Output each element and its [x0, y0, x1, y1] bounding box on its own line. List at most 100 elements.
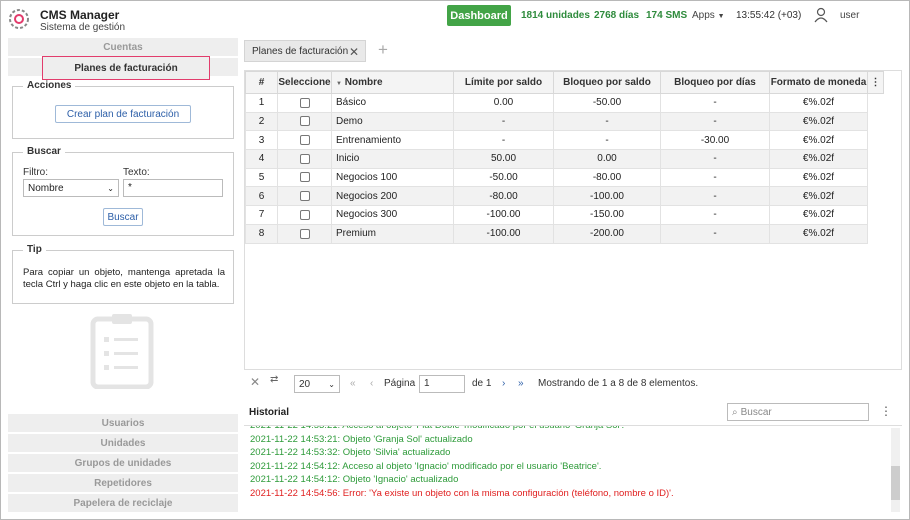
search-button[interactable]: Buscar [103, 208, 143, 226]
row-checkbox[interactable] [277, 186, 332, 207]
page-input[interactable]: 1 [419, 375, 465, 393]
user-icon[interactable] [814, 7, 828, 23]
page-label: Página [384, 378, 416, 389]
history-search-placeholder: Buscar [740, 406, 772, 418]
sidebar-item-planes[interactable]: Planes de facturación [42, 56, 210, 80]
row-checkbox[interactable] [277, 223, 332, 244]
row-currency: €%.02f [769, 130, 868, 151]
col-number[interactable]: # [245, 71, 278, 94]
create-plan-button[interactable]: Crear plan de facturación [55, 105, 191, 123]
user-name[interactable]: user [840, 10, 859, 21]
row-number: 2 [245, 111, 278, 132]
history-menu-icon[interactable]: ⋮ [880, 404, 892, 418]
text-input[interactable]: * [123, 179, 223, 197]
checkbox[interactable] [299, 97, 310, 108]
column-menu-icon[interactable]: ⋮ [867, 71, 884, 94]
row-name: Negocios 300 [331, 205, 454, 225]
table-header-row: # Seleccione ▼ Nombre Límite por saldo B… [245, 71, 884, 94]
col-name[interactable]: ▼ Nombre [331, 71, 454, 94]
next-page-icon[interactable]: › [502, 378, 505, 389]
table-row[interactable]: 2 Demo - - - €%.02f [245, 111, 884, 132]
col-select[interactable]: Seleccione [277, 71, 332, 94]
row-number: 6 [245, 186, 278, 207]
row-checkbox[interactable] [277, 93, 332, 113]
sms-counter[interactable]: 174 SMS [646, 10, 687, 21]
showing-info: Mostrando de 1 a 8 de 8 elementos. [538, 378, 699, 389]
sidebar-item-unidades[interactable]: Unidades [8, 434, 238, 452]
table-row[interactable]: 1 Básico 0.00 -50.00- €%.02f [245, 93, 884, 113]
close-icon[interactable]: ✕ [349, 45, 359, 59]
checkbox[interactable] [299, 191, 310, 202]
units-counter[interactable]: 1814 unidades [521, 10, 590, 21]
tip-text: Para copiar un objeto, mantenga apretada… [23, 267, 225, 290]
checkbox[interactable] [299, 172, 310, 183]
checkbox[interactable] [299, 116, 310, 127]
search-icon: ⌕ [732, 406, 738, 418]
checkbox[interactable] [299, 228, 310, 239]
table-row[interactable]: 3 Entrenamiento - - -30.00 €%.02f [245, 130, 884, 151]
chevron-down-icon: ▼ [717, 13, 725, 20]
scrollbar-thumb[interactable] [891, 466, 900, 500]
row-currency: €%.02f [769, 93, 868, 113]
clipboard-icon [90, 314, 154, 389]
row-limit: -80.00 [453, 186, 554, 207]
tab-planes[interactable]: Planes de facturación ✕ [244, 40, 366, 62]
sidebar-item-repetidores[interactable]: Repetidores [8, 474, 238, 492]
row-block-balance: 0.00 [553, 149, 661, 169]
table-row[interactable]: 4 Inicio 50.00 0.00- €%.02f [245, 149, 884, 169]
resize-icon[interactable]: ⇄ [270, 374, 278, 385]
row-block-balance: -200.00 [553, 223, 661, 244]
page-size-value: 20 [299, 378, 311, 390]
row-limit: -50.00 [453, 167, 554, 188]
col-limit[interactable]: Límite por saldo [453, 71, 554, 94]
col-currency[interactable]: Formato de moneda [769, 71, 868, 94]
clear-icon[interactable]: ✕ [250, 375, 260, 389]
table-row[interactable]: 7 Negocios 300 -100.00 -150.00- €%.02f [245, 205, 884, 225]
row-block-days: - [660, 223, 770, 244]
plans-table: # Seleccione ▼ Nombre Límite por saldo B… [244, 70, 902, 370]
row-checkbox[interactable] [277, 167, 332, 188]
prev-page-icon[interactable]: ‹ [370, 378, 373, 389]
buscar-title: Buscar [23, 146, 65, 157]
page-of-label: de 1 [472, 378, 492, 389]
sidebar-item-papelera[interactable]: Papelera de reciclaje [8, 494, 238, 512]
col-block-days[interactable]: Bloqueo por días [660, 71, 770, 94]
apps-menu[interactable]: Apps ▼ [692, 10, 725, 21]
row-limit: -100.00 [453, 205, 554, 225]
history-search-input[interactable]: ⌕ Buscar [727, 403, 869, 421]
add-tab-icon[interactable]: + [378, 40, 388, 60]
filter-label: Filtro: [23, 167, 48, 178]
tip-group: Tip Para copiar un objeto, mantenga apre… [12, 244, 234, 304]
row-block-balance: -100.00 [553, 186, 661, 207]
row-checkbox[interactable] [277, 149, 332, 169]
table-row[interactable]: 6 Negocios 200 -80.00 -100.00- €%.02f [245, 186, 884, 207]
history-log: 2021-11-22 14:53:21: Acceso al objeto 'F… [244, 425, 902, 513]
row-checkbox[interactable] [277, 205, 332, 225]
filter-select[interactable]: Nombre ⌄ [23, 179, 119, 197]
row-checkbox[interactable] [277, 111, 332, 132]
page-size-select[interactable]: 20 ⌄ [294, 375, 340, 393]
table-row[interactable]: 8 Premium -100.00 -200.00- €%.02f [245, 223, 884, 244]
row-number: 5 [245, 167, 278, 188]
row-block-days: - [660, 93, 770, 113]
row-limit: 50.00 [453, 149, 554, 169]
first-page-icon[interactable]: « [350, 378, 356, 389]
row-block-balance: -150.00 [553, 205, 661, 225]
app-logo-icon [9, 9, 29, 29]
last-page-icon[interactable]: » [518, 378, 524, 389]
sidebar-item-grupos[interactable]: Grupos de unidades [8, 454, 238, 472]
sidebar-item-cuentas[interactable]: Cuentas [8, 38, 238, 56]
checkbox[interactable] [299, 153, 310, 164]
history-scrollbar[interactable] [891, 428, 900, 512]
row-currency: €%.02f [769, 205, 868, 225]
days-counter[interactable]: 2768 días [594, 10, 639, 21]
checkbox[interactable] [299, 209, 310, 220]
col-block-balance[interactable]: Bloqueo por saldo [553, 71, 661, 94]
row-checkbox[interactable] [277, 130, 332, 151]
table-row[interactable]: 5 Negocios 100 -50.00 -80.00- €%.02f [245, 167, 884, 188]
row-block-days: -30.00 [660, 130, 770, 151]
dashboard-button[interactable]: Dashboard [447, 5, 511, 26]
checkbox[interactable] [299, 135, 310, 146]
sidebar-item-usuarios[interactable]: Usuarios [8, 414, 238, 432]
row-currency: €%.02f [769, 167, 868, 188]
